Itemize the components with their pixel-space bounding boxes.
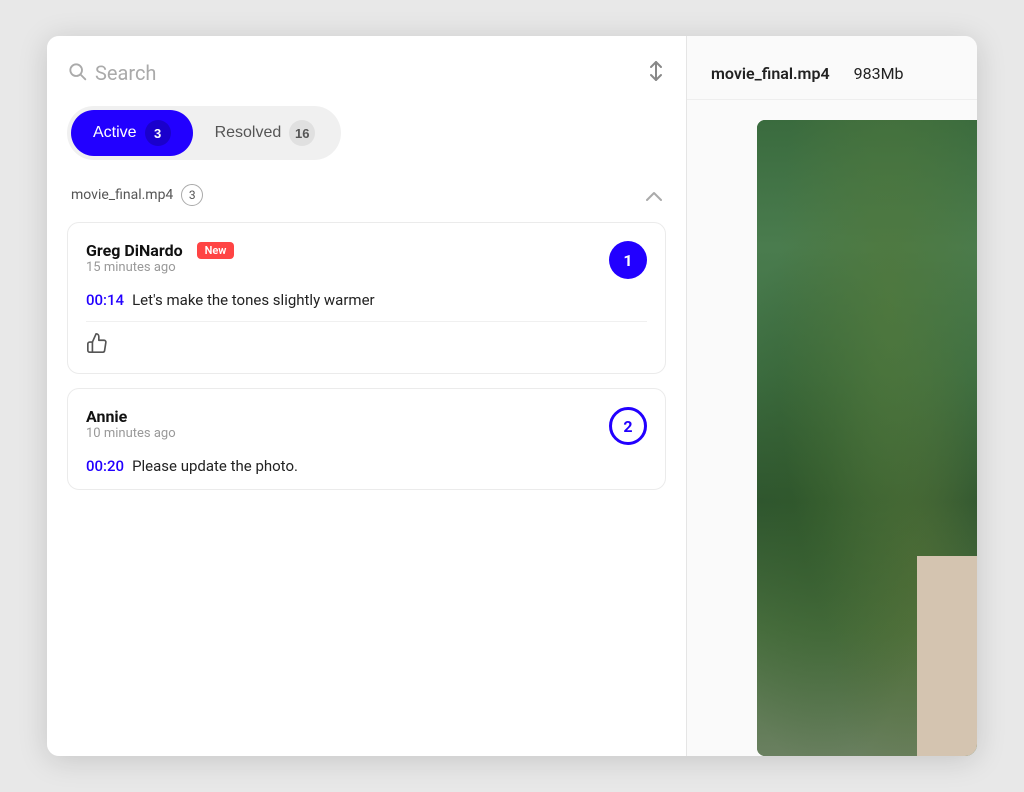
preview-image [757,120,977,756]
comment-text-1: Let's make the tones slightly warmer [132,291,375,309]
comment-number-1: 1 [609,241,647,279]
search-bar: Search [67,60,666,86]
right-panel: movie_final.mp4 983Mb [687,36,977,756]
right-file-name: movie_final.mp4 [711,64,830,83]
right-header: movie_final.mp4 983Mb [687,36,977,100]
comment-author-section-1: Greg DiNardo New 15 minutes ago [86,241,234,289]
comment-time-1: 15 minutes ago [86,260,234,275]
search-input-label[interactable]: Search [95,61,156,85]
like-icon-1[interactable] [86,335,108,359]
app-container: Search Active 3 Resolved 16 [47,36,977,756]
comment-text-2: Please update the photo. [132,457,298,475]
sort-icon[interactable] [646,60,666,86]
comment-author-section-2: Annie 10 minutes ago [86,407,176,455]
tree-visual [757,120,977,756]
left-panel: Search Active 3 Resolved 16 [47,36,687,756]
search-icon [67,61,87,85]
comment-header-1: Greg DiNardo New 15 minutes ago 1 [86,241,647,289]
file-group-name: movie_final.mp4 [71,187,173,203]
comment-card-2: Annie 10 minutes ago 2 00:20 Please upda… [67,388,666,490]
comment-divider-1 [86,321,647,322]
comment-timestamp-2[interactable]: 00:20 [86,457,124,475]
comment-new-badge-1: New [197,242,235,259]
comment-body-1: 00:14 Let's make the tones slightly warm… [86,291,647,309]
chevron-up-icon[interactable] [646,186,662,205]
comment-number-2: 2 [609,407,647,445]
right-content [687,100,977,756]
tabs-toggle: Active 3 Resolved 16 [67,106,341,160]
search-left: Search [67,61,156,85]
wall-section [917,556,977,756]
comment-card-1: Greg DiNardo New 15 minutes ago 1 00:14 … [67,222,666,374]
file-group-count: 3 [181,184,203,206]
comment-author-name-1: Greg DiNardo [86,241,183,260]
tab-resolved-badge: 16 [289,120,315,146]
comment-time-2: 10 minutes ago [86,426,176,441]
tab-active-label: Active [93,124,137,142]
comment-timestamp-1[interactable]: 00:14 [86,291,124,309]
comment-header-2: Annie 10 minutes ago 2 [86,407,647,455]
file-group-header: movie_final.mp4 3 [67,184,666,206]
right-file-size: 983Mb [854,64,904,83]
tab-resolved-label: Resolved [215,124,282,142]
comment-author-row-1: Greg DiNardo New [86,241,234,260]
comment-body-2: 00:20 Please update the photo. [86,457,647,475]
file-group-title: movie_final.mp4 3 [71,184,203,206]
comment-author-row-2: Annie [86,407,176,426]
tab-active-badge: 3 [145,120,171,146]
comment-author-name-2: Annie [86,407,127,426]
tab-active[interactable]: Active 3 [71,110,193,156]
tab-resolved[interactable]: Resolved 16 [193,110,338,156]
